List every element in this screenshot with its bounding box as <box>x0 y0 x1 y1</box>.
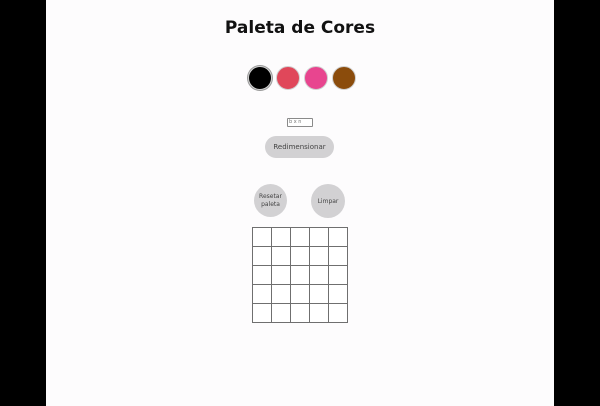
pixel-cell[interactable] <box>310 247 328 265</box>
pixel-cell[interactable] <box>310 228 328 246</box>
app-page: Paleta de Cores Redimensionar Resetar pa… <box>46 0 554 406</box>
pixel-cell[interactable] <box>291 228 309 246</box>
pixel-board <box>252 227 348 323</box>
pixel-cell[interactable] <box>253 304 271 322</box>
pixel-cell[interactable] <box>272 304 290 322</box>
pixel-cell[interactable] <box>329 266 347 284</box>
pixel-cell[interactable] <box>272 228 290 246</box>
resize-button[interactable]: Redimensionar <box>265 136 334 158</box>
pixel-cell[interactable] <box>291 304 309 322</box>
pixel-cell[interactable] <box>329 228 347 246</box>
pixel-cell[interactable] <box>329 304 347 322</box>
pixel-cell[interactable] <box>272 247 290 265</box>
pixel-cell[interactable] <box>329 285 347 303</box>
pixel-cell[interactable] <box>253 247 271 265</box>
color-swatch-pink[interactable] <box>304 66 328 90</box>
pixel-cell[interactable] <box>291 266 309 284</box>
pixel-cell[interactable] <box>329 247 347 265</box>
clear-board-button[interactable]: Limpar <box>311 184 345 218</box>
color-swatch-red[interactable] <box>276 66 300 90</box>
pixel-cell[interactable] <box>253 285 271 303</box>
page-title: Paleta de Cores <box>224 18 376 38</box>
pixel-cell[interactable] <box>310 304 328 322</box>
pixel-cell[interactable] <box>310 285 328 303</box>
board-size-input[interactable] <box>287 118 313 127</box>
reset-palette-button[interactable]: Resetar paleta <box>254 184 287 217</box>
pixel-cell[interactable] <box>291 247 309 265</box>
pixel-cell[interactable] <box>272 285 290 303</box>
pixel-cell[interactable] <box>253 266 271 284</box>
pixel-cell[interactable] <box>253 228 271 246</box>
pixel-cell[interactable] <box>272 266 290 284</box>
pixel-cell[interactable] <box>310 266 328 284</box>
color-swatch-black[interactable] <box>248 66 272 90</box>
pixel-cell[interactable] <box>291 285 309 303</box>
color-swatch-brown[interactable] <box>332 66 356 90</box>
color-palette <box>248 66 356 90</box>
